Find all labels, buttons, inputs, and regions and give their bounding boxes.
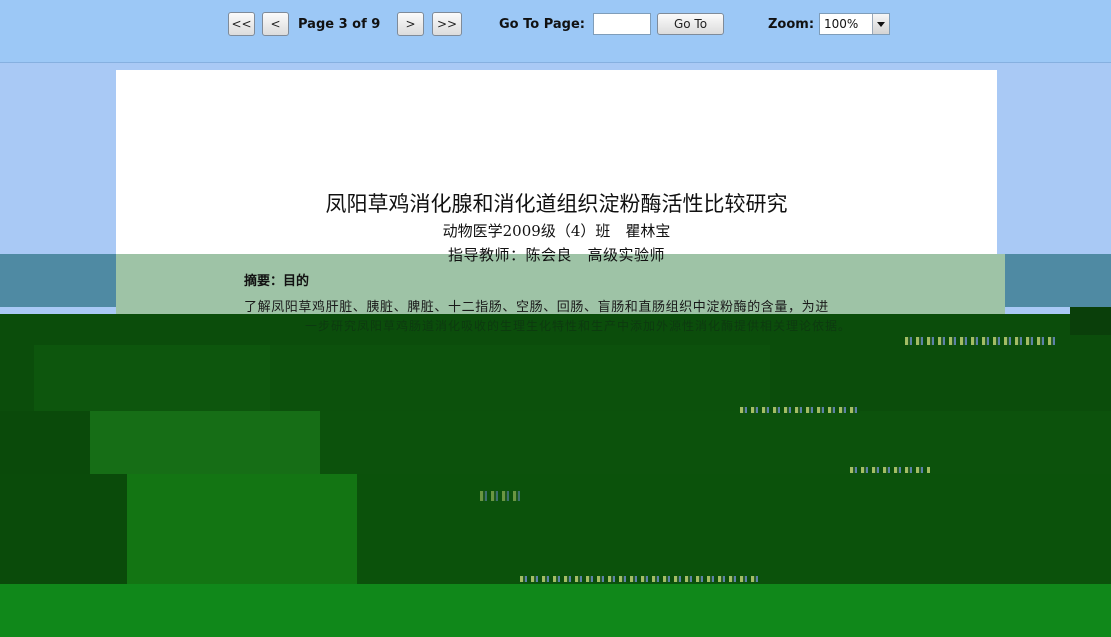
render-artifact <box>90 411 320 474</box>
render-artifact <box>905 337 1055 345</box>
render-artifact <box>127 474 357 584</box>
first-page-button[interactable]: << <box>228 12 255 36</box>
previous-page-button[interactable]: < <box>262 12 289 36</box>
chevron-down-icon[interactable] <box>872 14 889 34</box>
render-artifact <box>0 474 127 584</box>
document-author: 动物医学2009级（4）班 瞿林宝 <box>442 222 671 240</box>
document-advisor: 指导教师：陈会良 高级实验师 <box>447 246 665 264</box>
render-artifact <box>520 576 760 582</box>
render-artifact <box>0 411 90 474</box>
render-artifact <box>740 407 860 413</box>
abstract-text-continued: 一步研究凤阳草鸡肠道消化吸收的生理生化特性和生产中添加外源性消化酶提供相关理论依… <box>305 319 852 333</box>
viewer-toolbar: << < Page 3 of 9 > >> Go To Page: Go To … <box>0 0 1111 63</box>
render-artifact <box>480 491 520 501</box>
render-artifact <box>270 345 770 411</box>
render-artifact <box>34 345 270 411</box>
zoom-value: 100% <box>824 17 859 31</box>
render-artifact <box>850 467 930 473</box>
render-artifact <box>0 584 1111 637</box>
render-artifact <box>357 474 1111 584</box>
document-page: 凤阳草鸡消化腺和消化道组织淀粉酶活性比较研究 动物医学2009级（4）班 瞿林宝 <box>116 70 997 260</box>
abstract-text: 了解凤阳草鸡肝脏、胰脏、脾脏、十二指肠、空肠、回肠、盲肠和直肠组织中淀粉酶的含量… <box>244 300 829 315</box>
last-page-button[interactable]: >> <box>432 12 462 36</box>
render-artifact <box>1005 254 1111 307</box>
render-artifact <box>0 254 116 307</box>
render-artifact <box>1070 307 1111 335</box>
render-artifact <box>320 411 1111 474</box>
goto-page-input[interactable] <box>593 13 651 35</box>
document-title: 凤阳草鸡消化腺和消化道组织淀粉酶活性比较研究 <box>325 192 788 216</box>
goto-page-label: Go To Page: <box>499 17 585 32</box>
page-indicator: Page 3 of 9 <box>298 17 381 32</box>
document-viewport[interactable]: 凤阳草鸡消化腺和消化道组织淀粉酶活性比较研究 动物医学2009级（4）班 瞿林宝… <box>0 63 1111 637</box>
zoom-label: Zoom: <box>768 17 815 32</box>
abstract-heading: 摘要：目的 <box>244 274 310 289</box>
zoom-select[interactable]: 100% <box>819 13 890 35</box>
next-page-button[interactable]: > <box>397 12 424 36</box>
goto-button[interactable]: Go To <box>657 13 724 35</box>
